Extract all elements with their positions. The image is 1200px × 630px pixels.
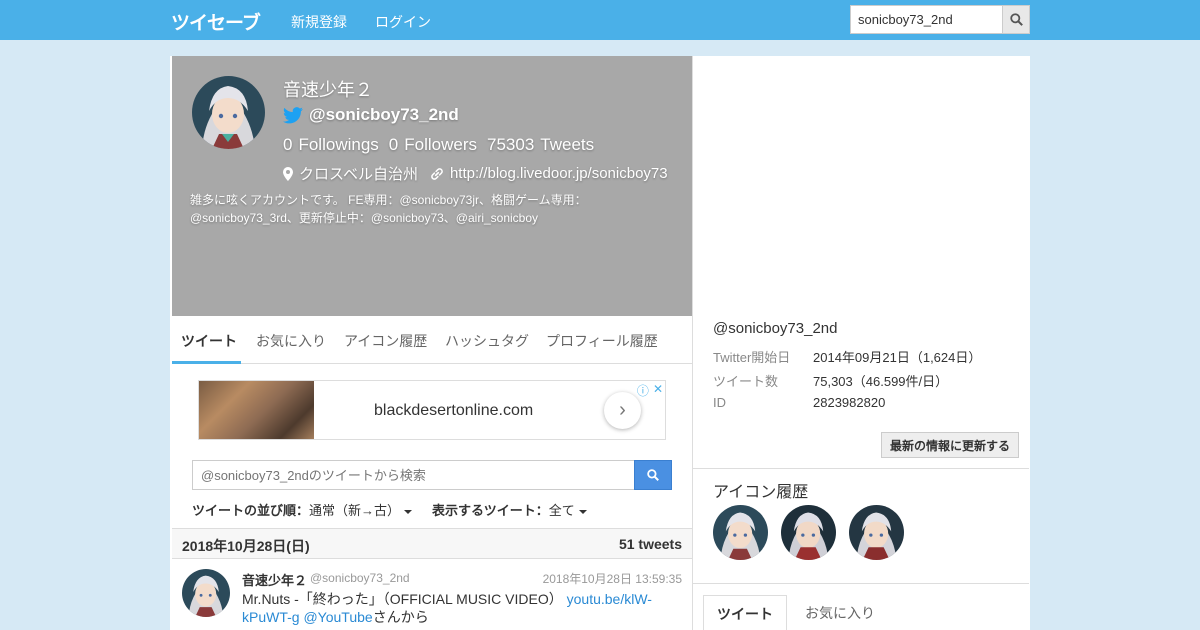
- profile-bio: 雑多に呟くアカウントです。 FE専用：@sonicboy73jr、格闘ゲーム専用…: [190, 193, 587, 225]
- active-tab-indicator: [172, 361, 241, 364]
- caret-down-icon: [404, 509, 413, 514]
- caret-down-icon: [578, 509, 587, 514]
- sidebar-tab-tweets[interactable]: ツイート: [703, 595, 787, 630]
- top-bar: ツイセーブ 新規登録 ログイン: [0, 0, 1200, 40]
- tweet-search-input[interactable]: [192, 460, 635, 490]
- search-icon: [1009, 13, 1023, 26]
- icon-history-avatar[interactable]: [781, 505, 836, 560]
- tweet-search: [192, 460, 672, 490]
- tweet-avatar[interactable]: [182, 569, 230, 617]
- tweet-mention[interactable]: @YouTube: [303, 609, 372, 625]
- nav-register-link[interactable]: 新規登録: [291, 12, 347, 32]
- profile-stats: 0 Followings 0 Followers 75303 Tweets: [283, 135, 594, 155]
- date-group-header: 2018年10月28日(日) 51 tweets: [172, 528, 692, 559]
- site-logo[interactable]: ツイセーブ: [171, 8, 261, 35]
- info-icon[interactable]: ⓘ: [637, 382, 649, 399]
- top-strip: [170, 40, 1030, 56]
- icon-history-title: アイコン履歴: [713, 484, 809, 501]
- tweet-text: Mr.Nuts -「終わった」（OFFICIAL MUSIC VIDEO） yo…: [242, 591, 652, 625]
- tab-profile-history[interactable]: プロフィール履歴: [546, 331, 658, 351]
- user-search: [850, 5, 1030, 34]
- divider: [693, 583, 1029, 584]
- profile-url[interactable]: http://blog.livedoor.jp/sonicboy73: [450, 165, 668, 182]
- profile-tabs: ツイート お気に入り アイコン履歴 ハッシュタグ プロフィール履歴: [172, 316, 692, 364]
- chevron-right-icon[interactable]: ›: [604, 392, 641, 429]
- refresh-button[interactable]: 最新の情報に更新する: [881, 432, 1019, 458]
- ad-text[interactable]: blackdesertonline.com: [374, 402, 533, 420]
- tweet-author-handle[interactable]: @sonicboy73_2nd: [310, 571, 410, 585]
- map-pin-icon: [283, 166, 293, 181]
- show-filter-dropdown[interactable]: 表示するツイート：全て: [432, 500, 587, 519]
- tweets-stat[interactable]: 75303 Tweets: [487, 135, 594, 155]
- user-search-button[interactable]: [1002, 6, 1029, 33]
- tab-favorites[interactable]: お気に入り: [256, 331, 326, 351]
- close-icon[interactable]: ✕: [653, 382, 663, 399]
- profile-name: 音速少年２: [283, 80, 373, 100]
- sidebar-info-row: ID 2823982820: [713, 395, 886, 410]
- sort-controls: ツイートの並び順：通常（新→古） 表示するツイート：全て: [192, 500, 587, 519]
- icon-history-avatar[interactable]: [713, 505, 768, 560]
- profile-handle: @sonicboy73_2nd: [309, 105, 459, 124]
- icon-history-avatar[interactable]: [849, 505, 904, 560]
- sidebar-info-row: Twitter開始日 2014年09月21日（1,624日）: [713, 350, 982, 365]
- ad-banner[interactable]: blackdesertonline.com › ⓘ ✕: [198, 380, 666, 440]
- tab-hashtags[interactable]: ハッシュタグ: [445, 331, 529, 351]
- date-group-date[interactable]: 2018年10月28日(日): [182, 536, 310, 556]
- tweet-search-button[interactable]: [634, 460, 672, 490]
- profile-handle-row: @sonicboy73_2nd: [283, 105, 459, 125]
- date-group-count: 51 tweets: [618, 536, 682, 552]
- tab-icon-history[interactable]: アイコン履歴: [344, 331, 427, 351]
- sidebar-tab-favorites[interactable]: お気に入り: [805, 595, 875, 630]
- tweet-item: 音速少年２ @sonicboy73_2nd 2018年10月28日 13:59:…: [172, 559, 692, 630]
- followers-stat[interactable]: 0 Followers: [389, 135, 477, 155]
- nav-login-link[interactable]: ログイン: [375, 12, 431, 32]
- followings-stat[interactable]: 0 Followings: [283, 135, 379, 155]
- tweet-timestamp[interactable]: 2018年10月28日 13:59:35: [543, 570, 682, 587]
- twitter-bird-icon: [283, 106, 303, 123]
- sort-order-dropdown[interactable]: ツイートの並び順：通常（新→古）: [192, 500, 413, 519]
- tab-tweets[interactable]: ツイート: [181, 331, 237, 351]
- sidebar-info-row: ツイート数 75,303（46.599件/日）: [713, 374, 949, 389]
- ad-image[interactable]: [199, 381, 314, 439]
- ad-choices[interactable]: ⓘ ✕: [637, 382, 663, 399]
- user-search-input[interactable]: [851, 6, 1003, 33]
- sidebar-ad-slot: [693, 56, 1029, 316]
- sidebar-handle: @sonicboy73_2nd: [713, 320, 838, 337]
- profile-avatar[interactable]: [192, 76, 265, 149]
- profile-location: クロスベル自治州: [299, 166, 418, 183]
- tweet-author-name[interactable]: 音速少年２: [242, 570, 307, 589]
- divider: [693, 468, 1029, 469]
- profile-header: 音速少年２ @sonicboy73_2nd 0 Followings 0 Follo…: [172, 56, 692, 316]
- link-icon: [431, 167, 443, 180]
- search-icon: [647, 469, 659, 481]
- profile-location-row: クロスベル自治州 http://blog.livedoor.jp/sonicbo…: [283, 163, 668, 184]
